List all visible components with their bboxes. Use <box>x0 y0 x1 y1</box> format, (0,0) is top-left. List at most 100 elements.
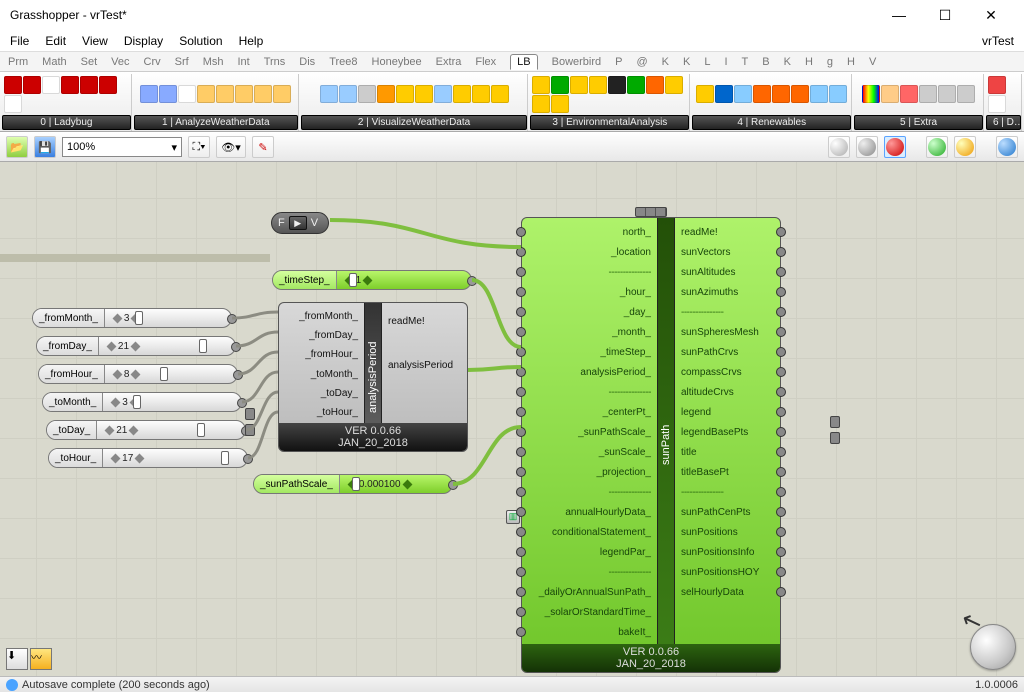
input-port[interactable] <box>516 307 526 317</box>
output-port[interactable] <box>227 314 237 324</box>
input-port[interactable] <box>516 587 526 597</box>
top-grip[interactable] <box>635 207 667 217</box>
output-port[interactable] <box>776 387 786 397</box>
cluster-grip[interactable] <box>245 408 255 420</box>
ribbon-icon[interactable] <box>570 76 588 94</box>
io-legendBasePts[interactable]: legendBasePts <box>681 422 774 442</box>
slider-toMonth[interactable]: _toMonth_3 <box>42 392 242 412</box>
io-sunPositions[interactable]: sunPositions <box>681 522 774 542</box>
io-sunPathCenPts[interactable]: sunPathCenPts <box>681 502 774 522</box>
tab-k[interactable]: K <box>784 56 791 68</box>
tab-b[interactable]: B <box>762 56 769 68</box>
io-bakeIt[interactable]: bakeIt_ <box>528 622 651 642</box>
minimize-button[interactable]: — <box>876 0 922 30</box>
io-altitudeCrvs[interactable]: altitudeCrvs <box>681 382 774 402</box>
menu-display[interactable]: Display <box>124 34 163 48</box>
slider-grip[interactable] <box>221 451 229 465</box>
ribbon-icon[interactable] <box>900 85 918 103</box>
ribbon-icon[interactable] <box>178 85 196 103</box>
tab-@[interactable]: @ <box>636 56 647 68</box>
output-readMe[interactable]: readMe! <box>388 307 461 335</box>
io-projection[interactable]: _projection_ <box>528 462 651 482</box>
menu-edit[interactable]: Edit <box>45 34 66 48</box>
io-compassCrvs[interactable]: compassCrvs <box>681 362 774 382</box>
maximize-button[interactable]: ☐ <box>922 0 968 30</box>
tab-tree8[interactable]: Tree8 <box>329 56 357 68</box>
ribbon-icon[interactable] <box>627 76 645 94</box>
menu-view[interactable]: View <box>82 34 108 48</box>
output-port[interactable] <box>237 398 247 408</box>
save-icon[interactable]: 💾 <box>34 136 56 158</box>
io-dailyOrAnnualSunPath[interactable]: _dailyOrAnnualSunPath_ <box>528 582 651 602</box>
io-selHourlyData[interactable]: selHourlyData <box>681 582 774 602</box>
output-analysisPeriod[interactable]: analysisPeriod <box>388 335 461 395</box>
output-port[interactable] <box>448 480 458 490</box>
tab-h[interactable]: H <box>847 56 855 68</box>
shade-icon-2[interactable] <box>856 136 878 158</box>
tab-srf[interactable]: Srf <box>175 56 189 68</box>
input-toMonth[interactable]: _toMonth_ <box>285 365 358 384</box>
output-port[interactable] <box>776 587 786 597</box>
io-sunPositionsInfo[interactable]: sunPositionsInfo <box>681 542 774 562</box>
io-titleBasePt[interactable]: titleBasePt <box>681 462 774 482</box>
tab-l[interactable]: L <box>704 56 710 68</box>
io-day[interactable]: _day_ <box>528 302 651 322</box>
io-timeStep[interactable]: _timeStep_ <box>528 342 651 362</box>
input-port[interactable] <box>516 447 526 457</box>
output-port[interactable] <box>243 454 253 464</box>
ribbon-icon[interactable] <box>235 85 253 103</box>
ribbon-group-label[interactable]: 3 | EnvironmentalAnalysis <box>530 115 689 130</box>
ribbon-icon[interactable] <box>862 85 880 103</box>
io-hour[interactable]: _hour_ <box>528 282 651 302</box>
ribbon-icon[interactable] <box>377 85 395 103</box>
input-port[interactable] <box>516 227 526 237</box>
io-solarOrStandardTime[interactable]: _solarOrStandardTime_ <box>528 602 651 622</box>
ribbon-icon[interactable] <box>532 76 550 94</box>
close-button[interactable]: ✕ <box>968 0 1014 30</box>
ribbon-icon[interactable] <box>551 95 569 113</box>
input-port[interactable] <box>516 507 526 517</box>
ribbon-icon[interactable] <box>273 85 291 103</box>
ribbon-icon[interactable] <box>320 85 338 103</box>
ribbon-icon[interactable] <box>791 85 809 103</box>
io-annualHourlyData[interactable]: annualHourlyData_ <box>528 502 651 522</box>
ribbon-icon[interactable] <box>491 85 509 103</box>
ribbon-icon[interactable] <box>988 95 1006 113</box>
output-port[interactable] <box>776 247 786 257</box>
ribbon-icon[interactable] <box>881 85 899 103</box>
ribbon-icon[interactable] <box>254 85 272 103</box>
tab-v[interactable]: V <box>869 56 876 68</box>
io-sunScale[interactable]: _sunScale_ <box>528 442 651 462</box>
output-port[interactable] <box>776 507 786 517</box>
slider-sunPathScale[interactable]: _sunPathScale_0.000100 <box>253 474 453 494</box>
ribbon-group-label[interactable]: 2 | VisualizeWeatherData <box>301 115 528 130</box>
ribbon-icon[interactable] <box>696 85 714 103</box>
ribbon-icon[interactable] <box>99 76 117 94</box>
input-port[interactable] <box>516 547 526 557</box>
ribbon-icon[interactable] <box>665 76 683 94</box>
ribbon-icon[interactable] <box>532 95 550 113</box>
ribbon-icon[interactable] <box>61 76 79 94</box>
tab-set[interactable]: Set <box>81 56 98 68</box>
tab-crv[interactable]: Crv <box>144 56 161 68</box>
ribbon-icon[interactable] <box>80 76 98 94</box>
cluster-grip[interactable] <box>830 416 840 428</box>
input-toDay[interactable]: _toDay_ <box>285 384 358 403</box>
ribbon-group-label[interactable]: 0 | Ladybug <box>2 115 131 130</box>
io-sunPathScale[interactable]: _sunPathScale_ <box>528 422 651 442</box>
ribbon-icon[interactable] <box>42 76 60 94</box>
component-analysisperiod[interactable]: _fromMonth__fromDay__fromHour__toMonth__… <box>278 302 468 452</box>
input-toHour[interactable]: _toHour_ <box>285 403 358 422</box>
output-port[interactable] <box>231 342 241 352</box>
io-sunPositionsHOY[interactable]: sunPositionsHOY <box>681 562 774 582</box>
output-port[interactable] <box>776 447 786 457</box>
ribbon-icon[interactable] <box>753 85 771 103</box>
slider-fromMonth[interactable]: _fromMonth_3 <box>32 308 232 328</box>
zoom-select[interactable]: 100%▾ <box>62 137 182 157</box>
ribbon-icon[interactable] <box>4 95 22 113</box>
ribbon-icon[interactable] <box>938 85 956 103</box>
slider-grip[interactable] <box>349 273 357 287</box>
input-port[interactable] <box>516 607 526 617</box>
input-port[interactable] <box>516 267 526 277</box>
canvas[interactable]: ↖ ⬇ 〰 F▶V_fromMonth_3_fromDay_21_fromHou… <box>0 162 1024 676</box>
